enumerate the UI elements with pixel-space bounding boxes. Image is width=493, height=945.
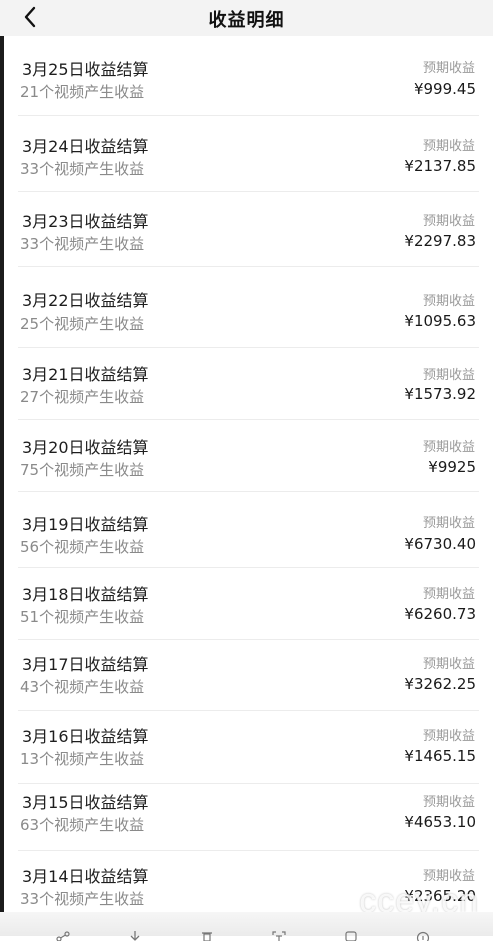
row-amount: ¥1095.63 <box>404 312 476 330</box>
delete-icon[interactable] <box>200 926 214 942</box>
row-amount: ¥4653.10 <box>404 813 476 831</box>
earnings-row[interactable]: 3月24日收益结算 33个视频产生收益 预期收益 ¥2137.85 <box>4 116 493 192</box>
row-amount: ¥2137.85 <box>404 157 476 175</box>
row-subtitle: 25个视频产生收益 <box>20 315 145 333</box>
row-expected-label: 预期收益 <box>422 795 475 810</box>
row-title: 3月19日收益结算 <box>22 515 149 534</box>
row-title: 3月25日收益结算 <box>22 60 149 79</box>
row-expected-label: 预期收益 <box>422 440 475 455</box>
row-expected-label: 预期收益 <box>422 368 475 383</box>
share-icon[interactable] <box>56 926 70 942</box>
earnings-row[interactable]: 3月25日收益结算 21个视频产生收益 预期收益 ¥999.45 <box>4 36 493 116</box>
row-subtitle: 51个视频产生收益 <box>20 608 145 626</box>
row-expected-label: 预期收益 <box>422 214 475 229</box>
row-title: 3月21日收益结算 <box>22 365 149 384</box>
row-title: 3月23日收益结算 <box>22 212 149 231</box>
row-amount: ¥3262.25 <box>404 675 476 693</box>
earnings-row[interactable]: 3月23日收益结算 33个视频产生收益 预期收益 ¥2297.83 <box>4 192 493 267</box>
row-amount: ¥2297.83 <box>404 232 476 250</box>
download-icon[interactable] <box>128 926 142 941</box>
row-title: 3月14日收益结算 <box>22 867 149 886</box>
earnings-row[interactable]: 3月16日收益结算 13个视频产生收益 预期收益 ¥1465.15 <box>4 711 493 784</box>
earnings-row[interactable]: 3月22日收益结算 25个视频产生收益 预期收益 ¥1095.63 <box>4 267 493 348</box>
earnings-list: 3月25日收益结算 21个视频产生收益 预期收益 ¥999.45 3月24日收益… <box>4 36 493 936</box>
row-expected-label: 预期收益 <box>422 729 475 744</box>
earnings-row[interactable]: 3月19日收益结算 56个视频产生收益 预期收益 ¥6730.40 <box>4 492 493 568</box>
row-amount: ¥6730.40 <box>404 535 476 553</box>
row-amount: ¥1573.92 <box>404 385 476 403</box>
row-subtitle: 27个视频产生收益 <box>20 388 145 406</box>
earnings-row[interactable]: 3月18日收益结算 51个视频产生收益 预期收益 ¥6260.73 <box>4 568 493 640</box>
row-subtitle: 43个视频产生收益 <box>20 678 145 696</box>
row-expected-label: 预期收益 <box>422 657 475 672</box>
row-amount: ¥1465.15 <box>404 747 476 765</box>
bottom-toolbar <box>0 912 493 945</box>
earnings-row[interactable]: 3月17日收益结算 43个视频产生收益 预期收益 ¥3262.25 <box>4 640 493 711</box>
row-subtitle: 75个视频产生收益 <box>20 461 145 479</box>
earnings-row[interactable]: 3月20日收益结算 75个视频产生收益 预期收益 ¥9925 <box>4 420 493 492</box>
row-title: 3月18日收益结算 <box>22 585 149 604</box>
earnings-row[interactable]: 3月15日收益结算 63个视频产生收益 预期收益 ¥4653.10 <box>4 784 493 851</box>
row-title: 3月20日收益结算 <box>22 438 149 457</box>
row-expected-label: 预期收益 <box>422 294 475 309</box>
row-subtitle: 33个视频产生收益 <box>20 160 145 178</box>
text-scan-icon[interactable] <box>272 926 286 941</box>
row-subtitle: 33个视频产生收益 <box>20 890 145 908</box>
row-title: 3月17日收益结算 <box>22 655 149 674</box>
row-expected-label: 预期收益 <box>422 139 475 154</box>
page-title: 收益明细 <box>208 10 285 31</box>
row-subtitle: 21个视频产生收益 <box>20 83 145 101</box>
earnings-row[interactable]: 3月21日收益结算 27个视频产生收益 预期收益 ¥1573.92 <box>4 348 493 420</box>
row-title: 3月22日收益结算 <box>22 291 149 310</box>
row-subtitle: 13个视频产生收益 <box>20 750 145 768</box>
row-subtitle: 63个视频产生收益 <box>20 816 145 834</box>
row-subtitle: 56个视频产生收益 <box>20 538 145 556</box>
row-title: 3月16日收益结算 <box>22 727 149 746</box>
row-subtitle: 33个视频产生收益 <box>20 235 145 253</box>
edit-icon[interactable] <box>344 926 358 942</box>
row-expected-label: 预期收益 <box>422 587 475 602</box>
top-bar: 收益明细 <box>0 0 493 36</box>
info-icon[interactable] <box>416 926 430 945</box>
row-title: 3月15日收益结算 <box>22 793 149 812</box>
row-amount: ¥9925 <box>428 458 476 476</box>
row-amount: ¥6260.73 <box>404 605 476 623</box>
row-expected-label: 预期收益 <box>422 61 475 76</box>
row-amount: ¥999.45 <box>413 80 476 98</box>
row-expected-label: 预期收益 <box>422 516 475 531</box>
row-title: 3月24日收益结算 <box>22 137 149 156</box>
